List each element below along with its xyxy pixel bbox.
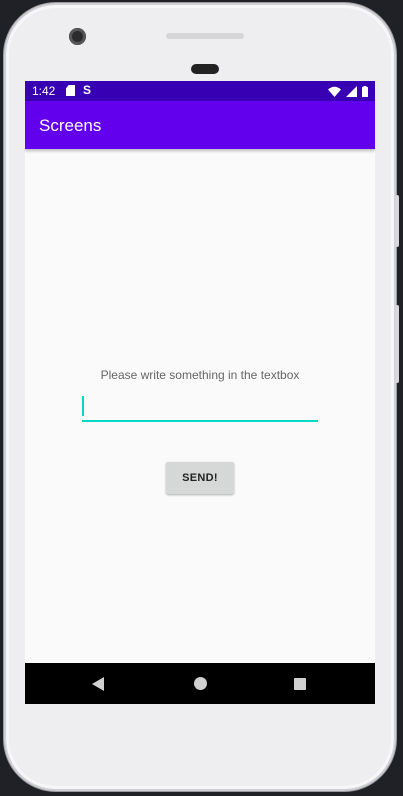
status-time: 1:42 <box>32 84 56 98</box>
page-title: Screens <box>39 116 102 135</box>
battery-icon <box>362 85 368 97</box>
back-icon[interactable] <box>92 677 104 691</box>
status-bar: 1:42 S <box>25 81 375 101</box>
status-icons-right <box>328 85 368 97</box>
proximity-sensor <box>191 64 219 74</box>
sync-icon: S <box>83 83 92 97</box>
signal-icon <box>346 85 357 97</box>
earpiece-speaker <box>166 33 244 39</box>
front-camera-icon <box>69 28 86 45</box>
send-button[interactable]: SEND! <box>166 462 234 494</box>
power-button <box>395 195 399 247</box>
sd-card-icon <box>66 85 75 96</box>
volume-button <box>395 305 399 383</box>
instruction-label: Please write something in the textbox <box>100 368 300 382</box>
text-input[interactable] <box>82 394 318 422</box>
navigation-bar <box>25 663 375 704</box>
recents-icon[interactable] <box>294 678 306 690</box>
text-cursor <box>82 396 84 416</box>
home-icon[interactable] <box>194 677 207 690</box>
wifi-icon <box>328 86 341 97</box>
app-bar: Screens <box>25 101 375 149</box>
device-screen: 1:42 S Screens Please write something in… <box>25 81 375 704</box>
